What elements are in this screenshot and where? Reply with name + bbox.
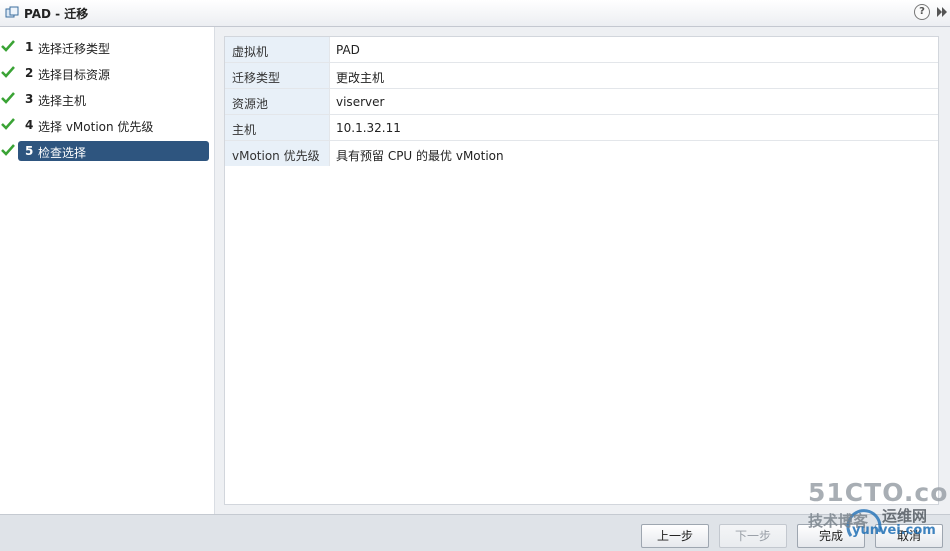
title-bar: PAD - 迁移 ? [0, 0, 950, 27]
step-4[interactable]: 4 选择 vMotion 优先级 [0, 115, 215, 135]
summary-value: 具有预留 CPU 的最优 vMotion [336, 149, 504, 163]
wizard-steps: 1 选择迁移类型 2 选择目标资源 3 选择主机 4 选择 vMotion 优先… [0, 27, 215, 514]
check-icon [1, 40, 15, 52]
summary-key: vMotion 优先级 [232, 149, 320, 163]
step-bar: 3 选择主机 [18, 89, 209, 109]
window-title: PAD - 迁移 [24, 7, 89, 21]
cancel-button[interactable]: 取消 [875, 524, 943, 548]
step-2[interactable]: 2 选择目标资源 [0, 63, 215, 83]
summary-value: PAD [336, 43, 360, 57]
summary-panel: 虚拟机 PAD 迁移类型 更改主机 资源池 viserver 主机 10.1.3… [224, 36, 939, 505]
step-bar: 2 选择目标资源 [18, 63, 209, 83]
check-icon [1, 144, 15, 156]
check-icon [1, 66, 15, 78]
next-button[interactable]: 下一步 [719, 524, 787, 548]
summary-row: 资源池 viserver [225, 89, 938, 115]
step-number: 3 [25, 92, 34, 106]
step-label: 选择迁移类型 [38, 42, 111, 56]
summary-key-cell: 虚拟机 [225, 37, 330, 62]
step-5[interactable]: 5 检查选择 [0, 141, 215, 161]
step-label: 选择主机 [38, 94, 87, 108]
step-label: 检查选择 [38, 146, 87, 160]
step-number: 4 [25, 118, 34, 132]
vm-migrate-icon [5, 6, 19, 18]
back-button[interactable]: 上一步 [641, 524, 709, 548]
step-bar-active: 5 检查选择 [18, 141, 209, 161]
summary-value: 更改主机 [336, 71, 385, 85]
summary-key: 资源池 [232, 97, 269, 111]
summary-key: 主机 [232, 123, 257, 137]
summary-value: 10.1.32.11 [336, 121, 401, 135]
step-3[interactable]: 3 选择主机 [0, 89, 215, 109]
help-icon[interactable]: ? [914, 4, 930, 20]
step-label: 选择 vMotion 优先级 [38, 120, 154, 134]
step-bar: 4 选择 vMotion 优先级 [18, 115, 209, 135]
summary-key-cell: 主机 [225, 115, 330, 140]
step-number: 1 [25, 40, 34, 54]
step-number: 2 [25, 66, 34, 80]
summary-key-cell: vMotion 优先级 [225, 141, 330, 166]
summary-key-cell: 迁移类型 [225, 63, 330, 88]
step-label: 选择目标资源 [38, 68, 111, 82]
summary-value: viserver [336, 95, 385, 109]
step-1[interactable]: 1 选择迁移类型 [0, 37, 215, 57]
summary-key: 虚拟机 [232, 45, 269, 59]
finish-button[interactable]: 完成 [797, 524, 865, 548]
summary-row: 主机 10.1.32.11 [225, 115, 938, 141]
summary-key: 迁移类型 [232, 71, 281, 85]
summary-key-cell: 资源池 [225, 89, 330, 114]
step-number: 5 [25, 144, 34, 158]
summary-row: 迁移类型 更改主机 [225, 63, 938, 89]
wizard-footer: 上一步 下一步 完成 取消 [0, 514, 950, 551]
step-bar: 1 选择迁移类型 [18, 37, 209, 57]
summary-row: 虚拟机 PAD [225, 37, 938, 63]
expand-icon[interactable] [935, 5, 949, 19]
summary-row: vMotion 优先级 具有预留 CPU 的最优 vMotion [225, 141, 938, 167]
check-icon [1, 118, 15, 130]
check-icon [1, 92, 15, 104]
